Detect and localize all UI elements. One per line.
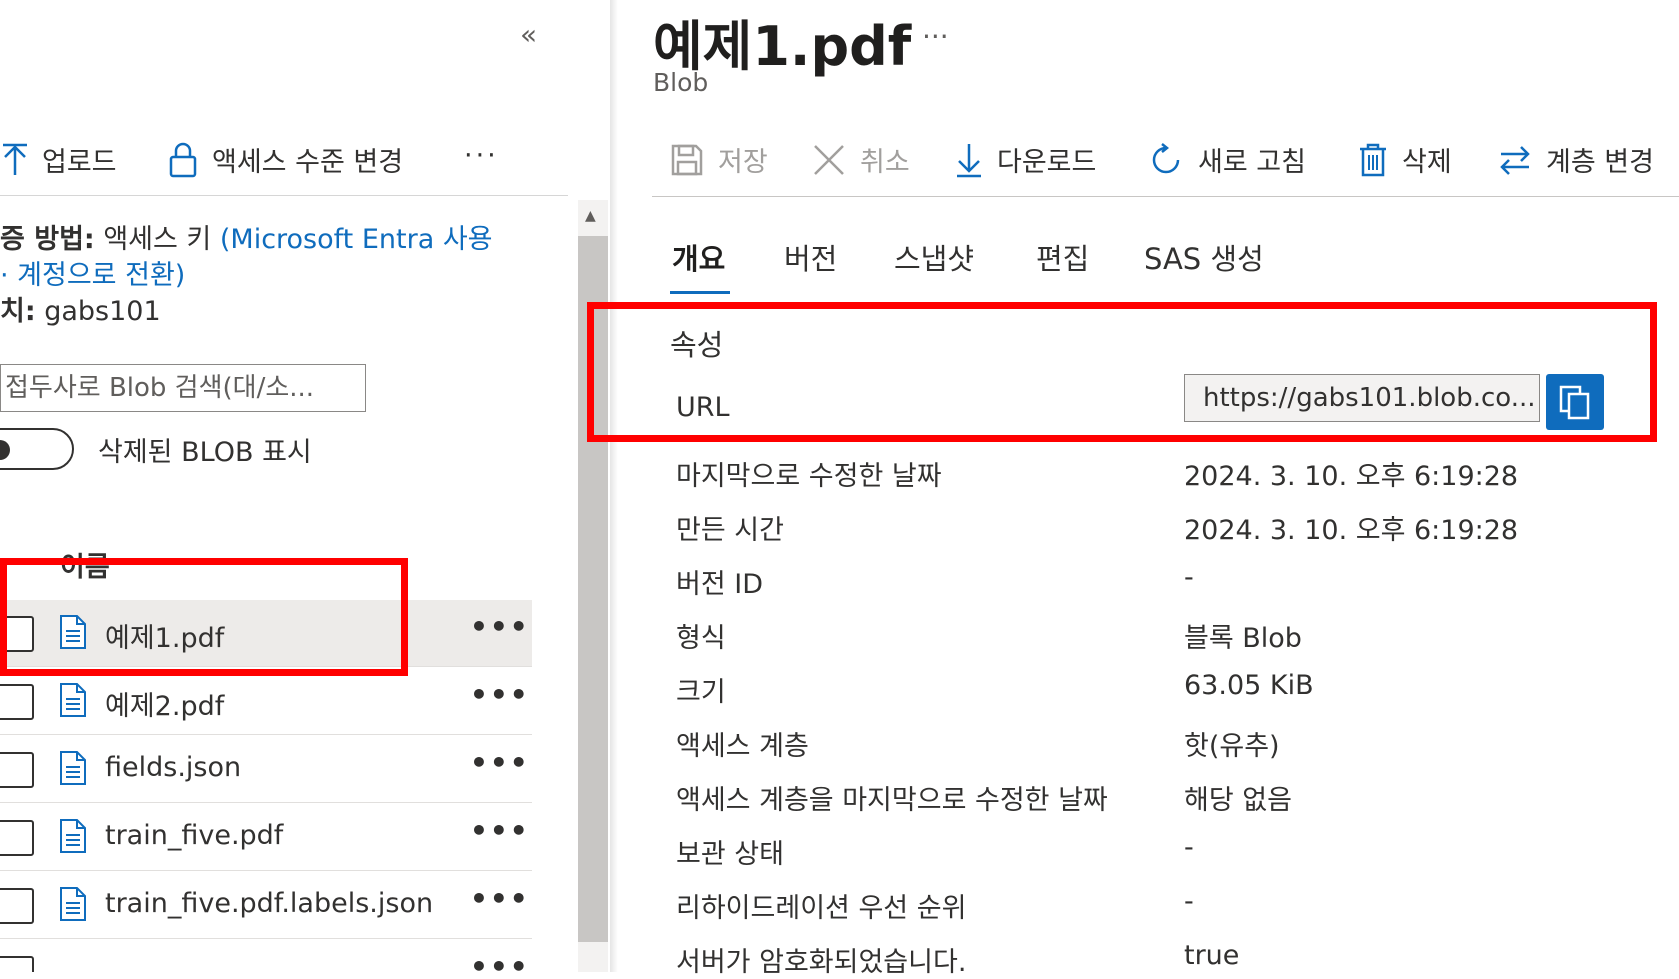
- save-icon: [671, 144, 703, 175]
- blob-subtitle: Blob: [653, 68, 709, 97]
- prop-label-tier-modified: 액세스 계층을 마지막으로 수정한 날짜: [676, 785, 1108, 816]
- file-name[interactable]: train_five.pdf.labels.json: [105, 888, 433, 919]
- active-tab-indicator: [670, 291, 730, 294]
- cancel-button[interactable]: 취소: [812, 140, 910, 179]
- divider: [0, 195, 568, 196]
- prop-label-last-modified: 마지막으로 수정한 날짜: [676, 461, 942, 492]
- prop-label-type: 형식: [676, 623, 726, 654]
- show-deleted-label: 삭제된 BLOB 표시: [98, 437, 312, 468]
- delete-button[interactable]: 삭제: [1358, 140, 1452, 179]
- tab-edit[interactable]: 편집: [1036, 236, 1089, 278]
- toolbar-more-button[interactable]: ···: [464, 140, 499, 171]
- prop-value-server-encrypted: true: [1184, 940, 1240, 971]
- collapse-pane-button[interactable]: «: [520, 18, 537, 51]
- divider: [652, 196, 1679, 197]
- show-deleted-toggle[interactable]: [0, 428, 74, 470]
- file-icon: [60, 683, 86, 717]
- table-row[interactable]: train_five.pdf.labels.json •••: [0, 872, 532, 939]
- tab-snapshots[interactable]: 스냅샷: [894, 236, 974, 278]
- change-tier-button[interactable]: 계층 변경: [1498, 140, 1654, 179]
- table-row[interactable]: fields.json •••: [0, 736, 532, 803]
- table-row[interactable]: train_five.pdf •••: [0, 804, 532, 871]
- row-more-button[interactable]: •••: [470, 678, 530, 711]
- lock-icon: [169, 142, 197, 177]
- switch-auth-link-cont[interactable]: · 계정으로 전환): [0, 260, 185, 291]
- prop-value-access-tier: 핫(유추): [1184, 731, 1280, 762]
- table-row[interactable]: 예제2.pdf •••: [0, 668, 532, 735]
- title-more-button[interactable]: ···: [922, 20, 949, 53]
- trash-icon: [1360, 143, 1386, 176]
- download-icon: [957, 143, 981, 177]
- blob-search-input[interactable]: 접두사로 Blob 검색(대/소...: [0, 364, 366, 412]
- close-icon: [814, 144, 844, 175]
- file-icon: [60, 751, 86, 785]
- auth-method-label: 증 방법:: [0, 224, 95, 255]
- auth-method-value: 액세스 키: [103, 224, 212, 255]
- prop-label-created: 만든 시간: [676, 515, 784, 546]
- prop-label-archive-status: 보관 상태: [676, 839, 784, 870]
- swap-arrows-icon: [1500, 145, 1530, 175]
- prop-label-version-id: 버전 ID: [676, 569, 764, 600]
- row-checkbox[interactable]: [0, 684, 34, 720]
- prop-value-version-id: -: [1184, 562, 1194, 593]
- highlight-box-file: [0, 558, 408, 676]
- pane-divider-shadow: [610, 0, 618, 972]
- row-checkbox[interactable]: [0, 888, 34, 924]
- row-checkbox[interactable]: [0, 752, 34, 788]
- prop-value-created: 2024. 3. 10. 오후 6:19:28: [1184, 515, 1519, 546]
- refresh-icon: [1152, 142, 1180, 173]
- prop-label-size: 크기: [676, 677, 726, 708]
- blob-list-pane: « 업로드 액세스 수준 변경 ··· 증 방법: 액세스 키 (Microso…: [0, 0, 610, 972]
- file-icon: [60, 819, 86, 853]
- row-more-button[interactable]: •••: [470, 882, 530, 915]
- prop-value-last-modified: 2024. 3. 10. 오후 6:19:28: [1184, 461, 1519, 492]
- download-button[interactable]: 다운로드: [955, 140, 1096, 179]
- location-value: gabs101: [44, 296, 161, 327]
- row-more-button[interactable]: •••: [470, 814, 530, 847]
- row-more-button[interactable]: •••: [470, 950, 530, 972]
- prop-value-type: 블록 Blob: [1184, 623, 1302, 654]
- prop-label-rehydration: 리하이드레이션 우선 순위: [676, 893, 967, 924]
- prop-value-archive-status: -: [1184, 832, 1194, 863]
- save-button[interactable]: 저장: [670, 140, 768, 179]
- prop-label-server-encrypted: 서버가 암호화되었습니다.: [676, 947, 967, 978]
- prop-value-tier-modified: 해당 없음: [1184, 785, 1292, 816]
- switch-auth-link[interactable]: (Microsoft Entra 사용: [220, 224, 493, 255]
- tab-overview[interactable]: 개요: [672, 236, 725, 278]
- row-more-button[interactable]: •••: [470, 746, 530, 779]
- row-more-button[interactable]: •••: [470, 610, 530, 643]
- highlight-box-url: [587, 302, 1657, 442]
- tab-versions[interactable]: 버전: [784, 236, 837, 278]
- file-name[interactable]: train_five.pdf: [105, 820, 283, 851]
- auth-method-info: 증 방법: 액세스 키 (Microsoft Entra 사용 · 계정으로 전…: [0, 222, 493, 330]
- row-checkbox[interactable]: [0, 956, 34, 972]
- location-label: 치:: [0, 296, 36, 327]
- scroll-up-arrow-icon[interactable]: ▲: [585, 208, 596, 224]
- refresh-button[interactable]: 새로 고침: [1148, 140, 1306, 179]
- tab-generate-sas[interactable]: SAS 생성: [1144, 236, 1264, 278]
- prop-value-rehydration: -: [1184, 886, 1194, 917]
- prop-label-access-tier: 액세스 계층: [676, 731, 809, 762]
- upload-icon: [3, 143, 27, 175]
- prop-value-size: 63.05 KiB: [1184, 670, 1314, 701]
- file-name[interactable]: fields.json: [105, 752, 241, 783]
- upload-button[interactable]: 업로드: [2, 140, 117, 179]
- file-name[interactable]: 예제2.pdf: [105, 684, 224, 723]
- change-access-level-button[interactable]: 액세스 수준 변경: [168, 140, 403, 179]
- table-row-partial[interactable]: •••: [0, 940, 532, 972]
- row-checkbox[interactable]: [0, 820, 34, 856]
- file-icon: [60, 887, 86, 921]
